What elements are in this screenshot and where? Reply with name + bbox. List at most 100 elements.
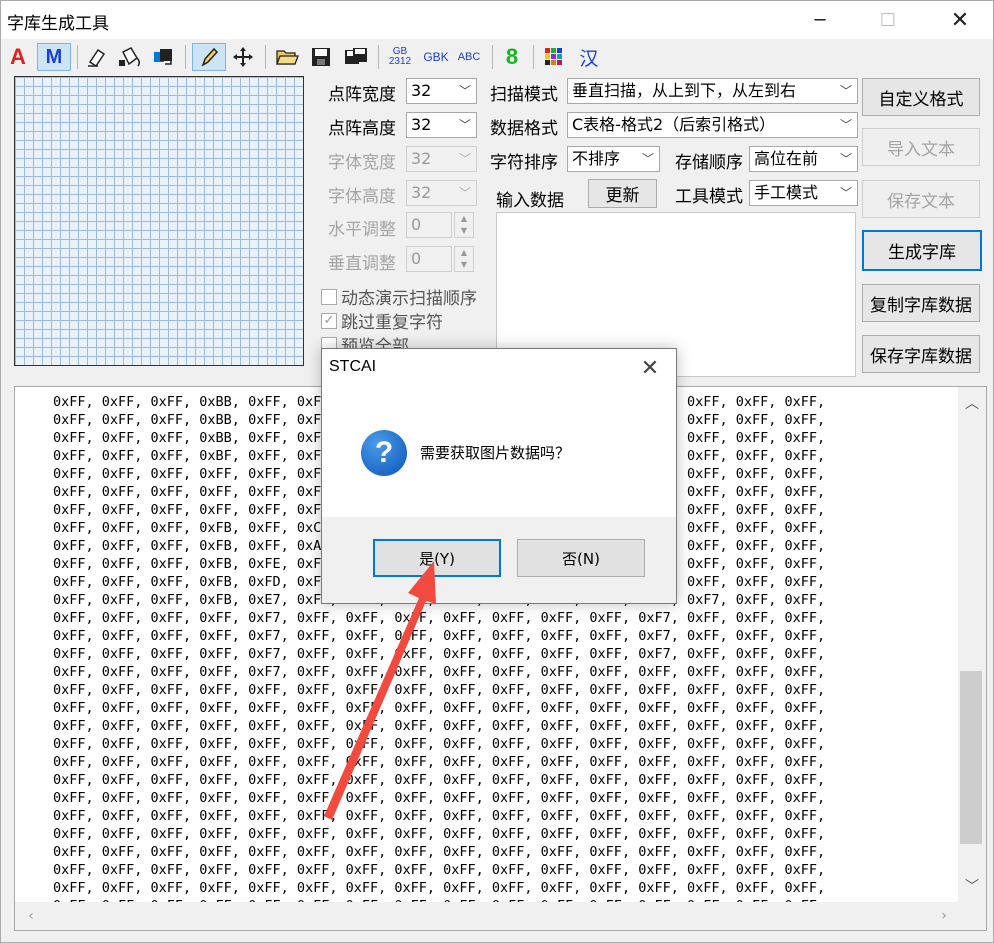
matrix-height-value: 32 — [411, 115, 432, 134]
invert-icon[interactable] — [149, 43, 179, 71]
save-text-button[interactable]: 保存文本 — [862, 180, 980, 218]
storage-order-label: 存储顺序 — [675, 153, 743, 173]
abc-icon[interactable]: ABC — [454, 43, 484, 71]
matrix-width-label: 点阵宽度 — [328, 85, 396, 105]
output-line: 0xFF, 0xFF, 0xFF, 0xFF, 0xFF, 0xFF, 0xFF… — [53, 790, 826, 806]
output-line: 0xFF, 0xFF, 0xFF, 0xFF, 0xFF, 0xFF, 0xFF… — [53, 862, 826, 878]
h-adjust-input[interactable]: 0 — [406, 212, 452, 238]
save-icon[interactable] — [307, 43, 335, 71]
scan-mode-label: 扫描模式 — [490, 85, 558, 105]
generate-font-button[interactable]: 生成字库 — [862, 230, 982, 271]
fill-bucket-icon[interactable] — [115, 43, 145, 71]
save-as-icon[interactable] — [341, 43, 371, 71]
v-adjust-spinner[interactable]: ▲ ▼ — [454, 246, 474, 272]
font-width-select[interactable]: 32 ﹀ — [406, 146, 477, 172]
chevron-down-icon[interactable]: ﹀ — [958, 872, 986, 900]
matrix-width-select[interactable]: 32 ﹀ — [406, 78, 477, 104]
matrix-height-label: 点阵高度 — [328, 119, 396, 139]
dialog-close-icon[interactable]: ✕ — [630, 353, 670, 383]
data-format-select[interactable]: C表格-格式2（后索引格式） ﹀ — [567, 112, 858, 138]
font-m-icon[interactable]: M — [37, 43, 71, 71]
matrix-height-select[interactable]: 32 ﹀ — [406, 112, 477, 138]
gb2312-bottom-text: 2312 — [388, 56, 412, 67]
move-icon[interactable] — [229, 43, 257, 71]
color-grid-icon[interactable] — [541, 43, 567, 71]
dialog-body: ? 需要获取图片数据吗？ — [322, 387, 676, 517]
open-folder-icon[interactable] — [273, 43, 301, 71]
font-height-select[interactable]: 32 ﹀ — [406, 180, 477, 206]
toolbar-separator — [492, 45, 493, 69]
chevron-down-icon: ﹀ — [458, 152, 471, 166]
chevron-right-icon[interactable]: › — [930, 902, 958, 930]
yes-button[interactable]: 是(Y) — [373, 539, 501, 577]
vertical-scrollbar[interactable]: ︿ ﹀ — [958, 387, 986, 902]
output-line: 0xFF, 0xFF, 0xFF, 0xFF, 0xFF, 0xFF, 0xFF… — [53, 772, 826, 788]
save-font-data-button[interactable]: 保存字库数据 — [862, 335, 980, 373]
pencil-icon[interactable] — [192, 43, 226, 71]
spin-down-icon[interactable]: ▼ — [455, 259, 473, 271]
output-line: 0xFF, 0xFF, 0xFF, 0xFF, 0xFF, 0xFF, 0xFF… — [53, 844, 826, 860]
toolbar-separator — [533, 45, 534, 69]
maximize-button[interactable]: ☐ — [865, 1, 911, 39]
toolbar-separator — [265, 45, 266, 69]
gbk-icon[interactable]: GBK — [419, 43, 453, 71]
han-icon[interactable]: 汉 — [575, 43, 603, 71]
font-width-label: 字体宽度 — [328, 153, 396, 173]
matrix-width-value: 32 — [411, 81, 432, 100]
dialog-title-bar: STCAI ✕ — [322, 349, 676, 387]
spin-down-icon[interactable]: ▼ — [455, 225, 473, 237]
update-button[interactable]: 更新 — [588, 179, 657, 208]
skip-duplicate-checkbox[interactable]: ✓ 跳过重复字符 — [321, 308, 443, 333]
input-data-label: 输入数据 — [496, 191, 564, 211]
storage-order-select[interactable]: 高位在前 ﹀ — [749, 146, 858, 172]
scrollbar-corner — [958, 902, 986, 930]
output-line: 0xFF, 0xFF, 0xFF, 0xFF, 0xFF, 0xFF, 0xFF… — [53, 682, 826, 698]
data-format-value: C表格-格式2（后索引格式） — [572, 115, 776, 134]
no-button[interactable]: 否(N) — [517, 539, 645, 577]
minimize-button[interactable]: ─ — [797, 1, 843, 39]
checkmark-icon[interactable]: ✓ — [321, 312, 337, 329]
gb2312-icon[interactable]: GB 2312 — [384, 43, 416, 71]
char-sort-value: 不排序 — [572, 149, 621, 168]
chevron-down-icon: ﹀ — [458, 84, 471, 98]
skip-duplicate-label: 跳过重复字符 — [341, 313, 443, 333]
question-icon: ? — [361, 430, 407, 476]
window-title: 字库生成工具 — [7, 14, 109, 34]
close-button[interactable]: ✕ — [937, 1, 983, 39]
chevron-down-icon: ﹀ — [839, 152, 852, 166]
output-line: 0xFF, 0xFF, 0xFF, 0xFF, 0xFF, 0xFF, 0xFF… — [53, 880, 826, 896]
output-line: 0xFF, 0xFF, 0xFF, 0xFF, 0xF7, 0xFF, 0xFF… — [53, 610, 826, 626]
h-adjust-spinner[interactable]: ▲ ▼ — [454, 212, 474, 238]
spin-up-icon[interactable]: ▲ — [455, 247, 473, 259]
copy-font-data-button[interactable]: 复制字库数据 — [862, 284, 980, 322]
v-adjust-label: 垂直调整 — [328, 254, 396, 274]
chevron-left-icon[interactable]: ‹ — [17, 902, 45, 930]
scrollbar-thumb[interactable] — [960, 671, 982, 844]
checkbox-box[interactable] — [321, 288, 337, 305]
import-text-button[interactable]: 导入文本 — [862, 128, 980, 166]
chevron-up-icon[interactable]: ︿ — [958, 389, 986, 417]
font-a-icon[interactable]: A — [5, 43, 31, 71]
scan-mode-select[interactable]: 垂直扫描，从上到下，从左到右 ﹀ — [567, 78, 858, 104]
char-sort-select[interactable]: 不排序 ﹀ — [567, 146, 660, 172]
dialog-message: 需要获取图片数据吗？ — [420, 444, 571, 462]
font-width-value: 32 — [411, 149, 432, 168]
tool-mode-select[interactable]: 手工模式 ﹀ — [749, 180, 858, 206]
dot-matrix-canvas[interactable] — [14, 76, 304, 366]
animate-scan-label: 动态演示扫描顺序 — [341, 289, 477, 309]
spin-up-icon[interactable]: ▲ — [455, 213, 473, 225]
v-adjust-input[interactable]: 0 — [406, 246, 452, 272]
font-height-value: 32 — [411, 183, 432, 202]
title-bar: 字库生成工具 ─ ☐ ✕ — [1, 1, 993, 39]
eraser-icon[interactable] — [83, 43, 111, 71]
chevron-down-icon: ﹀ — [641, 152, 654, 166]
output-line: 0xFF, 0xFF, 0xFF, 0xFF, 0xFF, 0xFF, 0xFF… — [53, 826, 826, 842]
toolbar: A M GB 2312 GBK ABC 8 汉 — [1, 39, 993, 75]
animate-scan-checkbox[interactable]: 动态演示扫描顺序 — [321, 284, 477, 309]
h-adjust-label: 水平调整 — [328, 220, 396, 240]
output-line: 0xFF, 0xFF, 0xFF, 0xFF, 0xF7, 0xFF, 0xFF… — [53, 664, 826, 680]
output-line: 0xFF, 0xFF, 0xFF, 0xFF, 0xF7, 0xFF, 0xFF… — [53, 628, 826, 644]
custom-format-button[interactable]: 自定义格式 — [862, 78, 980, 116]
horizontal-scrollbar[interactable]: ‹ › — [15, 902, 960, 930]
digit-icon[interactable]: 8 — [499, 43, 525, 71]
